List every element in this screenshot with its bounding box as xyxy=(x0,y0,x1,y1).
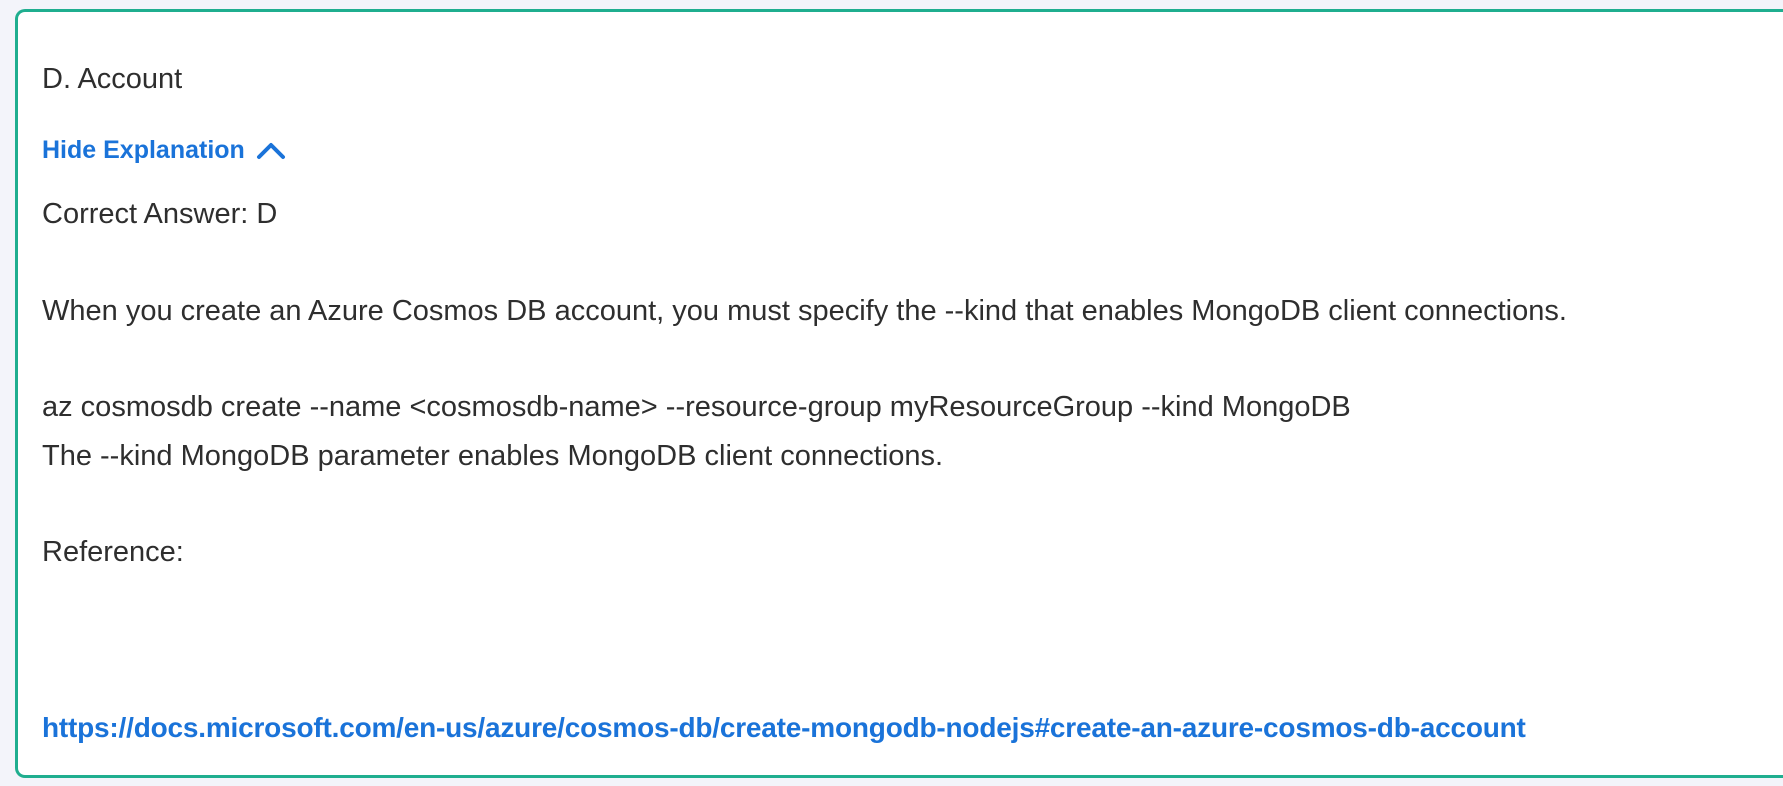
chevron-up-icon xyxy=(256,143,285,159)
reference-link[interactable]: https://docs.microsoft.com/en-us/azure/c… xyxy=(42,711,1526,745)
command-note: The --kind MongoDB parameter enables Mon… xyxy=(42,440,944,472)
hide-explanation-label: Hide Explanation xyxy=(42,136,245,164)
cli-command: az cosmosdb create --name <cosmosdb-name… xyxy=(42,391,1351,423)
correct-answer: Correct Answer: D xyxy=(42,198,278,230)
hide-explanation-toggle[interactable]: Hide Explanation xyxy=(42,135,287,165)
explanation-card: D. Account Hide Explanation Correct Answ… xyxy=(15,9,1783,778)
reference-label: Reference: xyxy=(42,536,184,568)
option-label: D. Account xyxy=(42,63,183,95)
explanation-paragraph: When you create an Azure Cosmos DB accou… xyxy=(42,295,1567,327)
